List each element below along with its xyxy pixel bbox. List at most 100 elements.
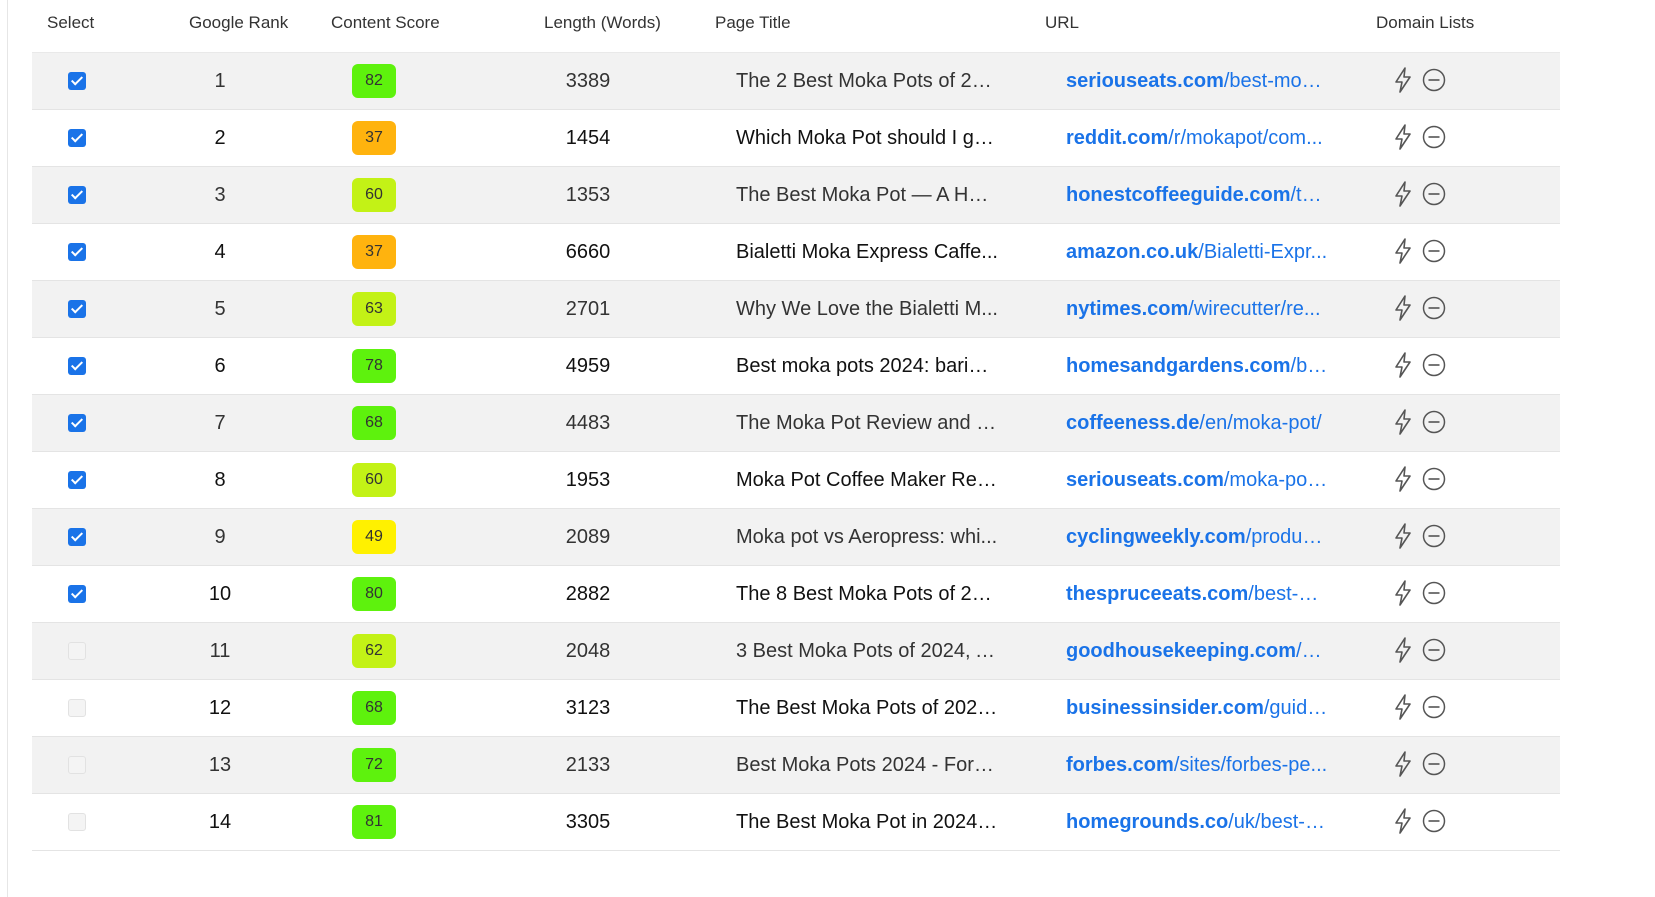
- url-path[interactable]: /the...: [1290, 184, 1328, 206]
- minus-circle-icon[interactable]: [1422, 638, 1446, 662]
- url-path[interactable]: /wirecutter/re...: [1188, 298, 1320, 320]
- url-domain[interactable]: thespruceeats.com: [1066, 583, 1248, 605]
- url-domain[interactable]: businessinsider.com: [1066, 697, 1264, 719]
- url-link[interactable]: cyclingweekly.com/product...: [1066, 509, 1328, 565]
- url-domain[interactable]: goodhousekeeping.com: [1066, 640, 1296, 662]
- lightning-icon[interactable]: [1394, 295, 1412, 321]
- url-domain[interactable]: seriouseats.com: [1066, 70, 1224, 92]
- url-link[interactable]: seriouseats.com/best-moka...: [1066, 53, 1328, 109]
- header-length[interactable]: Length (Words): [544, 13, 661, 33]
- url-path[interactable]: /best-m...: [1248, 583, 1328, 605]
- minus-circle-icon[interactable]: [1422, 296, 1446, 320]
- google-rank: 1: [214, 70, 226, 92]
- url-domain[interactable]: homesandgardens.com: [1066, 355, 1291, 377]
- page-title: The Best Moka Pot in 2024: ...: [736, 811, 998, 833]
- domain-list-actions: [1394, 466, 1446, 496]
- word-length: 3305: [565, 811, 611, 833]
- header-url[interactable]: URL: [1045, 13, 1079, 33]
- url-link[interactable]: coffeeness.de/en/moka-pot/: [1066, 395, 1328, 451]
- minus-circle-icon[interactable]: [1422, 467, 1446, 491]
- page-title: Best moka pots 2024: barist...: [736, 355, 998, 377]
- table-row: 4 37 6660 Bialetti Moka Express Caffe... ama…: [32, 224, 1560, 281]
- row-select-checkbox[interactable]: [68, 642, 86, 660]
- url-path[interactable]: /moka-pot-...: [1224, 469, 1328, 491]
- url-domain[interactable]: seriouseats.com: [1066, 469, 1224, 491]
- url-link[interactable]: seriouseats.com/moka-pot-...: [1066, 452, 1328, 508]
- url-domain[interactable]: honestcoffeeguide.com: [1066, 184, 1290, 206]
- url-link[interactable]: homesandgardens.com/buy...: [1066, 338, 1328, 394]
- header-content-score[interactable]: Content Score: [331, 13, 440, 33]
- row-select-checkbox[interactable]: [68, 471, 86, 489]
- url-path[interactable]: /co...: [1296, 640, 1328, 662]
- content-score-badge: 78: [352, 349, 396, 383]
- lightning-icon[interactable]: [1394, 580, 1412, 606]
- url-link[interactable]: thespruceeats.com/best-m...: [1066, 566, 1328, 622]
- url-link[interactable]: forbes.com/sites/forbes-pe...: [1066, 737, 1328, 793]
- lightning-icon[interactable]: [1394, 181, 1412, 207]
- url-link[interactable]: goodhousekeeping.com/co...: [1066, 623, 1328, 679]
- google-rank: 3: [214, 184, 226, 206]
- minus-circle-icon[interactable]: [1422, 125, 1446, 149]
- url-path[interactable]: /product...: [1246, 526, 1328, 548]
- minus-circle-icon[interactable]: [1422, 581, 1446, 605]
- lightning-icon[interactable]: [1394, 238, 1412, 264]
- lightning-icon[interactable]: [1394, 466, 1412, 492]
- url-domain[interactable]: homegrounds.co: [1066, 811, 1228, 833]
- url-path[interactable]: /sites/forbes-pe...: [1174, 754, 1327, 776]
- minus-circle-icon[interactable]: [1422, 68, 1446, 92]
- lightning-icon[interactable]: [1394, 67, 1412, 93]
- url-domain[interactable]: coffeeness.de: [1066, 412, 1199, 434]
- url-domain[interactable]: amazon.co.uk: [1066, 241, 1198, 263]
- url-path[interactable]: /guides...: [1264, 697, 1328, 719]
- minus-circle-icon[interactable]: [1422, 410, 1446, 434]
- lightning-icon[interactable]: [1394, 808, 1412, 834]
- header-select[interactable]: Select: [47, 13, 94, 33]
- url-path[interactable]: /Bialetti-Expr...: [1198, 241, 1327, 263]
- lightning-icon[interactable]: [1394, 694, 1412, 720]
- url-path[interactable]: /uk/best-st...: [1228, 811, 1328, 833]
- header-page-title[interactable]: Page Title: [715, 13, 791, 33]
- row-select-checkbox[interactable]: [68, 72, 86, 90]
- url-domain[interactable]: forbes.com: [1066, 754, 1174, 776]
- row-select-checkbox[interactable]: [68, 300, 86, 318]
- minus-circle-icon[interactable]: [1422, 353, 1446, 377]
- row-select-checkbox[interactable]: [68, 756, 86, 774]
- minus-circle-icon[interactable]: [1422, 695, 1446, 719]
- row-select-checkbox[interactable]: [68, 699, 86, 717]
- row-select-checkbox[interactable]: [68, 243, 86, 261]
- url-link[interactable]: reddit.com/r/mokapot/com...: [1066, 110, 1328, 166]
- row-select-checkbox[interactable]: [68, 528, 86, 546]
- lightning-icon[interactable]: [1394, 523, 1412, 549]
- url-link[interactable]: honestcoffeeguide.com/the...: [1066, 167, 1328, 223]
- url-link[interactable]: nytimes.com/wirecutter/re...: [1066, 281, 1328, 337]
- url-domain[interactable]: nytimes.com: [1066, 298, 1188, 320]
- url-path[interactable]: /best-moka...: [1224, 70, 1328, 92]
- minus-circle-icon[interactable]: [1422, 182, 1446, 206]
- row-select-checkbox[interactable]: [68, 585, 86, 603]
- url-path[interactable]: /en/moka-pot/: [1199, 412, 1321, 434]
- url-link[interactable]: amazon.co.uk/Bialetti-Expr...: [1066, 224, 1328, 280]
- minus-circle-icon[interactable]: [1422, 524, 1446, 548]
- lightning-icon[interactable]: [1394, 637, 1412, 663]
- table-row: 1 82 3389 The 2 Best Moka Pots of 20... seri…: [32, 53, 1560, 110]
- url-path[interactable]: /buy...: [1291, 355, 1328, 377]
- lightning-icon[interactable]: [1394, 751, 1412, 777]
- lightning-icon[interactable]: [1394, 409, 1412, 435]
- row-select-checkbox[interactable]: [68, 414, 86, 432]
- url-path[interactable]: /r/mokapot/com...: [1168, 127, 1323, 149]
- url-link[interactable]: businessinsider.com/guides...: [1066, 680, 1328, 736]
- row-select-checkbox[interactable]: [68, 357, 86, 375]
- minus-circle-icon[interactable]: [1422, 239, 1446, 263]
- url-domain[interactable]: reddit.com: [1066, 127, 1168, 149]
- url-domain[interactable]: cyclingweekly.com: [1066, 526, 1246, 548]
- domain-list-actions: [1394, 808, 1446, 838]
- row-select-checkbox[interactable]: [68, 813, 86, 831]
- row-select-checkbox[interactable]: [68, 186, 86, 204]
- lightning-icon[interactable]: [1394, 352, 1412, 378]
- row-select-checkbox[interactable]: [68, 129, 86, 147]
- minus-circle-icon[interactable]: [1422, 752, 1446, 776]
- lightning-icon[interactable]: [1394, 124, 1412, 150]
- url-link[interactable]: homegrounds.co/uk/best-st...: [1066, 794, 1328, 850]
- minus-circle-icon[interactable]: [1422, 809, 1446, 833]
- header-google-rank[interactable]: Google Rank: [189, 13, 288, 33]
